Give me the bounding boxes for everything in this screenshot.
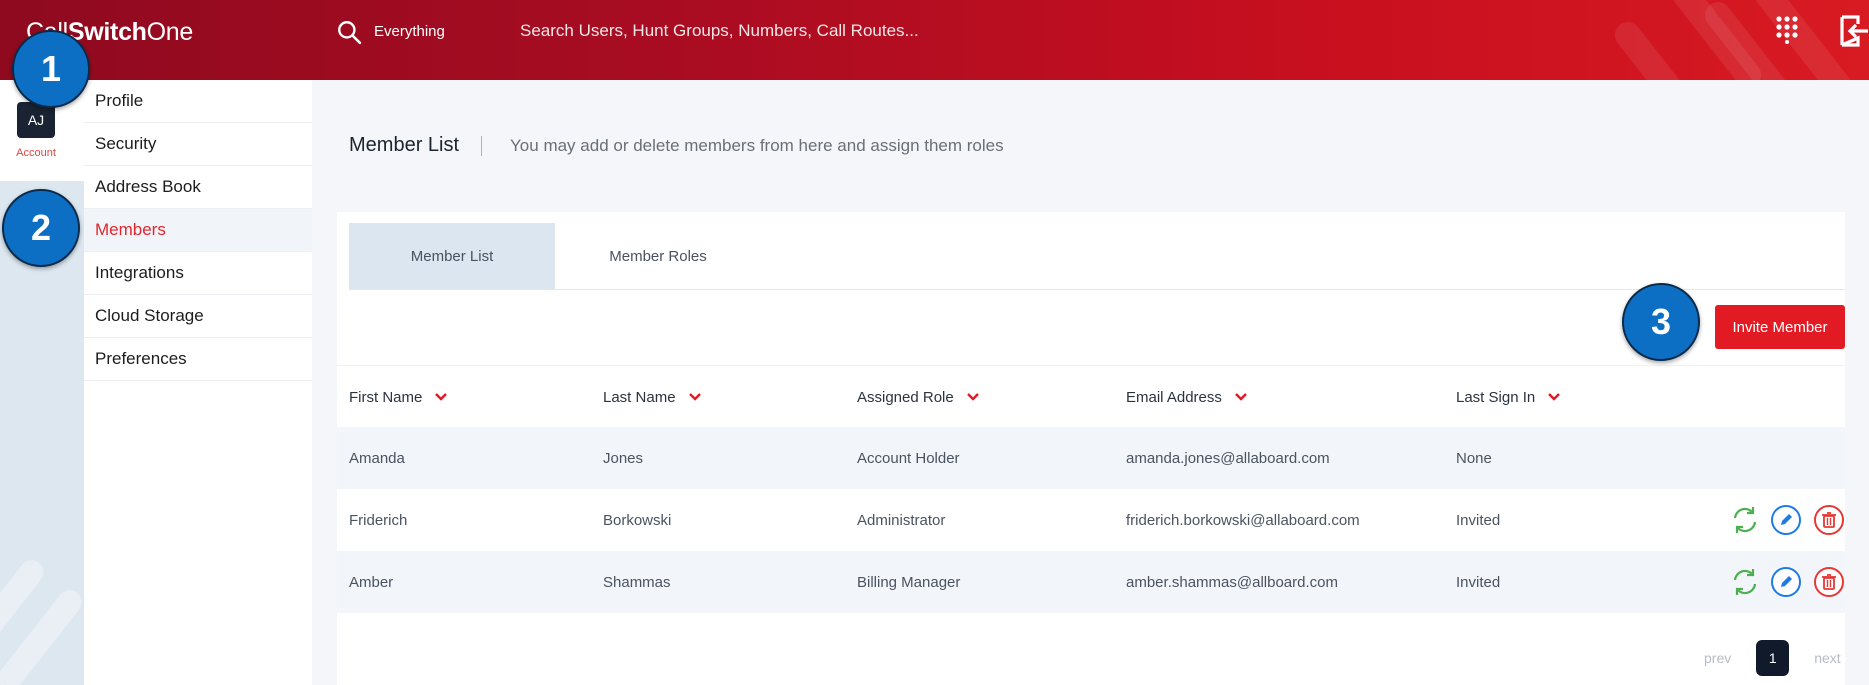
chevron-down-icon [966,393,979,401]
column-label: Last Name [603,388,676,406]
cell-email: amanda.jones@allaboard.com [1126,449,1330,467]
cell-assigned-role: Billing Manager [857,573,961,591]
column-header-last-name[interactable]: Last Name [603,366,702,428]
chevron-down-icon [435,393,448,401]
sidebar-item-members[interactable]: Members [84,209,312,252]
account-side-menu: Profile Security Address Book Members In… [84,80,312,685]
cell-first-name: Friderich [349,511,408,529]
callout-badge-1: 1 [12,30,90,108]
cell-last-sign-in: None [1456,449,1492,467]
cell-assigned-role: Administrator [857,511,946,529]
dialpad-icon[interactable] [1776,16,1798,44]
table-row[interactable]: Amanda Jones Account Holder amanda.jones… [337,427,1845,489]
search-icon[interactable] [336,19,362,45]
tab-bar: Member List Member Roles [349,223,1845,290]
logo-text-suffix: One [146,18,194,46]
column-label: Assigned Role [857,388,954,406]
edit-icon[interactable] [1770,504,1802,536]
column-header-assigned-role[interactable]: Assigned Role [857,366,980,428]
resend-invite-icon[interactable] [1729,566,1761,598]
edit-icon[interactable] [1770,566,1802,598]
table-header: First Name Last Name Assigned Role Email… [337,365,1845,428]
sidebar-item-integrations[interactable]: Integrations [84,252,312,295]
table-row[interactable]: Amber Shammas Billing Manager amber.sham… [337,551,1845,613]
cell-email: amber.shammas@allboard.com [1126,573,1338,591]
cell-assigned-role: Account Holder [857,449,960,467]
chevron-down-icon [1235,393,1247,401]
cell-first-name: Amber [349,573,394,591]
column-header-email-address[interactable]: Email Address [1126,366,1248,428]
column-header-first-name[interactable]: First Name [349,366,448,428]
rail-account-label: Account [16,147,56,159]
pagination-page-current[interactable]: 1 [1756,640,1790,676]
cell-last-sign-in: Invited [1456,573,1501,591]
sidebar-item-address-book[interactable]: Address Book [84,166,312,209]
page-description: You may add or delete members from here … [510,135,1004,155]
column-label: Email Address [1126,388,1222,406]
cell-last-name: Borkowski [603,511,672,529]
top-bar: CallSwitchOne Everything [0,0,1869,80]
global-search-input[interactable] [520,14,1080,48]
chevron-down-icon [688,393,701,401]
logout-icon[interactable] [1838,14,1869,48]
delete-icon[interactable] [1813,566,1845,598]
invite-member-button[interactable]: Invite Member [1715,305,1845,349]
tab-member-list[interactable]: Member List [349,223,555,289]
sidebar-item-cloud-storage[interactable]: Cloud Storage [84,295,312,338]
search-scope-selector[interactable]: Everything [374,23,445,40]
sidebar-item-preferences[interactable]: Preferences [84,338,312,381]
delete-icon[interactable] [1813,504,1845,536]
cell-email: friderich.borkowski@allaboard.com [1126,511,1360,529]
cell-last-name: Shammas [603,573,671,591]
cell-last-name: Jones [603,449,644,467]
resend-invite-icon[interactable] [1729,504,1761,536]
cell-last-sign-in: Invited [1456,511,1501,529]
column-label: Last Sign In [1456,388,1536,406]
page-header: Member List You may add or delete member… [349,134,1004,157]
callout-badge-2: 2 [2,189,80,267]
header-divider [481,135,483,156]
members-card: Member List Member Roles Invite Member F… [337,212,1845,685]
pagination-next[interactable]: next [1814,650,1840,666]
table-row[interactable]: Friderich Borkowski Administrator frider… [337,489,1845,551]
icon-rail: AJ Account [0,80,84,685]
pagination: prev 1 next [1704,640,1841,676]
tab-member-roles[interactable]: Member Roles [555,223,761,289]
callout-badge-3: 3 [1622,283,1700,361]
chevron-down-icon [1548,393,1561,401]
sidebar-item-security[interactable]: Security [84,123,312,166]
page-title: Member List [349,134,460,156]
column-label: First Name [349,388,423,406]
sidebar-item-profile[interactable]: Profile [84,80,312,123]
cell-first-name: Amanda [349,449,405,467]
column-header-last-sign-in[interactable]: Last Sign In [1456,366,1561,428]
pagination-prev[interactable]: prev [1704,650,1731,666]
